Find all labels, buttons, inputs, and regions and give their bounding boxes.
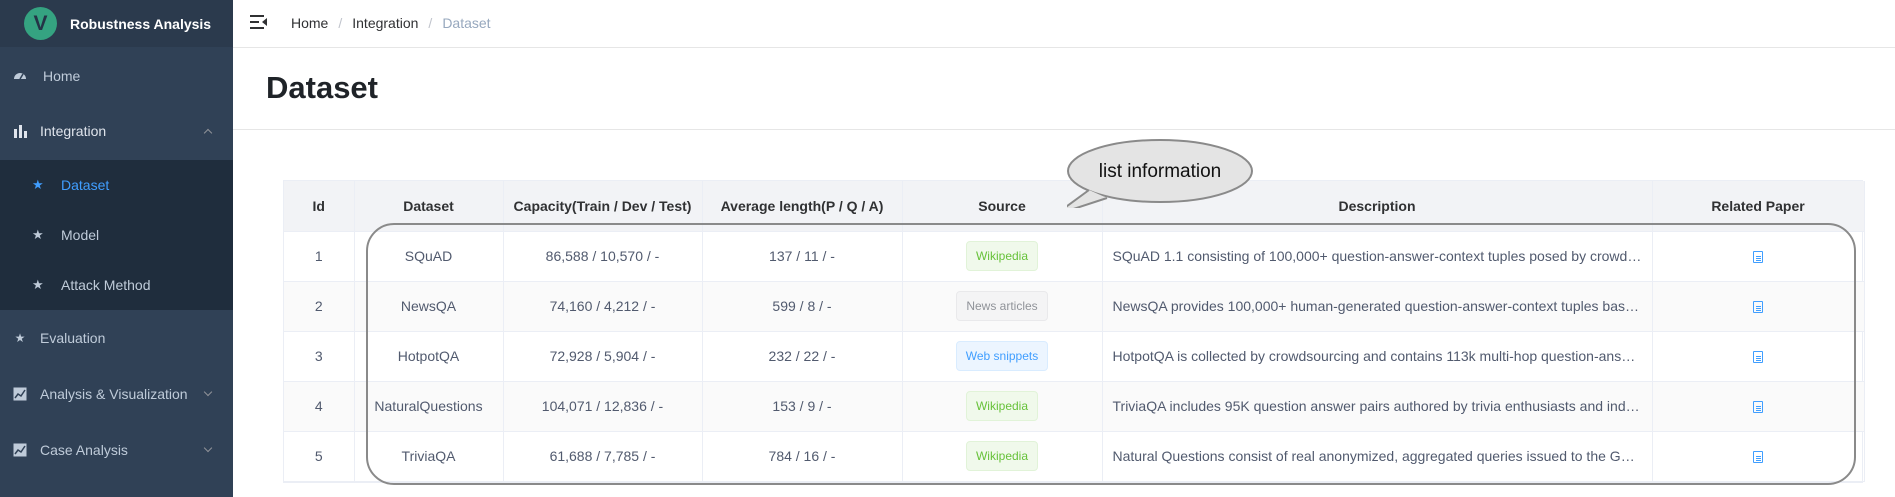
source-tag: Wikipedia <box>965 441 1039 471</box>
document-icon[interactable] <box>1753 301 1763 314</box>
sidebar-item-label: Evaluation <box>40 330 106 346</box>
cell-id: 3 <box>284 331 355 382</box>
cell-avg-length: 137 / 11 / - <box>702 231 903 282</box>
bar-chart-icon <box>13 124 27 138</box>
cell-capacity: 61,688 / 7,785 / - <box>503 431 703 482</box>
top-navbar: Home / Integration / Dataset <box>233 0 1895 48</box>
breadcrumb-home[interactable]: Home <box>291 15 328 31</box>
sidebar-subitem-label: Dataset <box>61 177 110 193</box>
star-icon: ★ <box>32 277 44 292</box>
cell-avg-length: 784 / 16 / - <box>702 431 903 482</box>
column-header-related-paper: Related Paper <box>1652 181 1865 232</box>
cell-capacity: 86,588 / 10,570 / - <box>503 231 703 282</box>
cell-capacity: 74,160 / 4,212 / - <box>503 281 703 332</box>
cell-id: 1 <box>284 231 355 282</box>
app-title: Robustness Analysis <box>70 15 212 32</box>
brand: V Robustness Analysis <box>0 0 233 47</box>
cell-related-paper <box>1652 431 1865 482</box>
cell-dataset: SQuAD <box>354 231 504 282</box>
line-chart-icon <box>13 443 27 457</box>
cell-description: NewsQA provides 100,000+ human-generated… <box>1102 281 1653 332</box>
dashboard-icon <box>13 69 27 83</box>
source-tag: Wikipedia <box>965 241 1039 271</box>
source-tag: Wikipedia <box>965 391 1039 421</box>
cell-related-paper <box>1652 281 1865 332</box>
cell-description: SQuAD 1.1 consisting of 100,000+ questio… <box>1102 231 1653 282</box>
sidebar-item-evaluation[interactable]: ★ Evaluation <box>0 312 233 364</box>
cell-related-paper <box>1652 381 1865 432</box>
annotation-text: list information <box>1098 161 1222 182</box>
page-title: Dataset <box>266 70 378 105</box>
table-row: 2 NewsQA 74,160 / 4,212 / - 599 / 8 / - … <box>284 281 1865 332</box>
cell-dataset: NewsQA <box>354 281 504 332</box>
sidebar-item-label: Integration <box>40 123 107 139</box>
cell-related-paper <box>1652 331 1865 382</box>
app-logo: V <box>24 7 57 40</box>
menu-toggle-icon[interactable] <box>250 15 267 29</box>
sidebar-subitem-dataset[interactable]: ★ Dataset <box>0 160 233 210</box>
table-row: 3 HotpotQA 72,928 / 5,904 / - 232 / 22 /… <box>284 331 1865 382</box>
cell-dataset: HotpotQA <box>354 331 504 382</box>
sidebar-subitem-label: Attack Method <box>61 277 151 293</box>
document-icon[interactable] <box>1753 251 1763 264</box>
sidebar-item-label: Case Analysis <box>40 442 128 458</box>
breadcrumb-separator: / <box>428 15 433 31</box>
cell-avg-length: 599 / 8 / - <box>702 281 903 332</box>
cell-related-paper <box>1652 231 1865 282</box>
document-icon[interactable] <box>1753 451 1763 464</box>
sidebar-item-home[interactable]: Home <box>0 50 233 102</box>
cell-dataset: TriviaQA <box>354 431 504 482</box>
breadcrumb-current: Dataset <box>442 15 491 31</box>
column-header-average-length: Average length(P / Q / A) <box>702 181 903 232</box>
cell-avg-length: 232 / 22 / - <box>702 331 903 382</box>
star-icon: ★ <box>14 331 26 345</box>
chevron-up-icon <box>203 128 213 138</box>
document-icon[interactable] <box>1753 351 1763 364</box>
table-row: 1 SQuAD 86,588 / 10,570 / - 137 / 11 / -… <box>284 231 1865 282</box>
sidebar-subitem-label: Model <box>61 227 100 243</box>
chevron-down-icon <box>203 443 213 453</box>
cell-source: Wikipedia <box>902 431 1103 482</box>
column-header-dataset: Dataset <box>354 181 504 232</box>
cell-description: TriviaQA includes 95K question answer pa… <box>1102 381 1653 432</box>
cell-id: 5 <box>284 431 355 482</box>
star-icon: ★ <box>32 227 44 242</box>
table-row: 4 NaturalQuestions 104,071 / 12,836 / - … <box>284 381 1865 432</box>
breadcrumb-integration[interactable]: Integration <box>352 15 418 31</box>
chevron-down-icon <box>203 387 213 397</box>
cell-id: 4 <box>284 381 355 432</box>
cell-id: 2 <box>284 281 355 332</box>
sidebar-item-case-analysis[interactable]: Case Analysis <box>0 424 233 476</box>
table-row: 5 TriviaQA 61,688 / 7,785 / - 784 / 16 /… <box>284 431 1865 482</box>
cell-source: Wikipedia <box>902 381 1103 432</box>
column-header-capacity: Capacity(Train / Dev / Test) <box>503 181 703 232</box>
cell-source: Web snippets <box>902 331 1103 382</box>
sidebar-subitem-attack-method[interactable]: ★ Attack Method <box>0 260 233 310</box>
breadcrumb-separator: / <box>338 15 343 31</box>
dataset-table: Id Dataset Capacity(Train / Dev / Test) … <box>283 180 1865 483</box>
cell-source: Wikipedia <box>902 231 1103 282</box>
breadcrumb: Home / Integration / Dataset <box>291 15 491 31</box>
cell-capacity: 72,928 / 5,904 / - <box>503 331 703 382</box>
cell-description: Natural Questions consist of real anonym… <box>1102 431 1653 482</box>
sidebar-subitem-model[interactable]: ★ Model <box>0 210 233 260</box>
source-tag: Web snippets <box>955 341 1049 371</box>
cell-avg-length: 153 / 9 / - <box>702 381 903 432</box>
page-header: Dataset <box>233 48 1895 130</box>
star-icon: ★ <box>32 177 44 192</box>
cell-capacity: 104,071 / 12,836 / - <box>503 381 703 432</box>
cell-source: News articles <box>902 281 1103 332</box>
document-icon[interactable] <box>1753 401 1763 414</box>
cell-description: HotpotQA is collected by crowdsourcing a… <box>1102 331 1653 382</box>
source-tag: News articles <box>956 291 1048 321</box>
sidebar-item-integration[interactable]: Integration <box>0 105 233 157</box>
line-chart-icon <box>13 387 27 401</box>
column-header-id: Id <box>284 181 355 232</box>
cell-dataset: NaturalQuestions <box>354 381 504 432</box>
sidebar: V Robustness Analysis Home Integration ★… <box>0 0 233 497</box>
sidebar-item-analysis-visualization[interactable]: Analysis & Visualization <box>0 368 233 420</box>
sidebar-item-label: Analysis & Visualization <box>40 386 188 402</box>
sidebar-item-label: Home <box>43 68 81 84</box>
